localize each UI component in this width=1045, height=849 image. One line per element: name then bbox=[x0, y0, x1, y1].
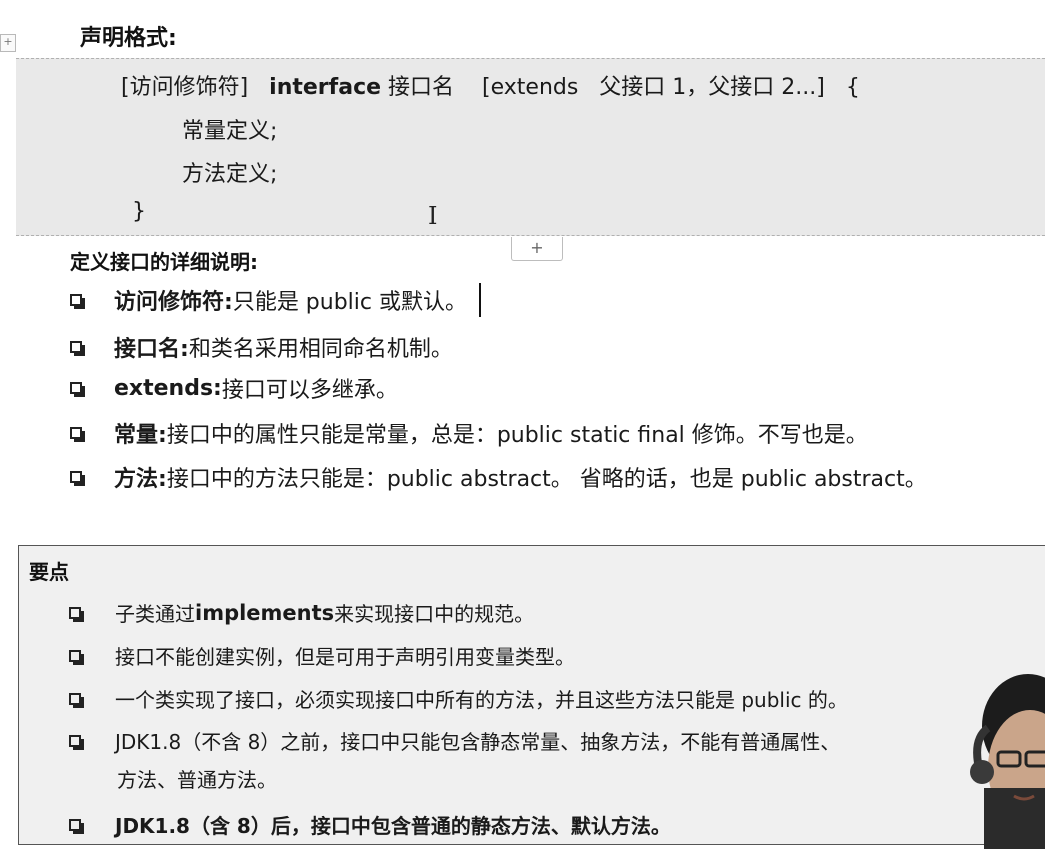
syntax-close-brace: } bbox=[132, 199, 146, 224]
detail-item: 接口名: 和类名采用相同命名机制。 bbox=[70, 331, 453, 363]
checkbox-bullet-icon bbox=[70, 427, 85, 442]
syntax-keyword: interface bbox=[269, 75, 382, 100]
detail-item: 方法: 接口中的方法只能是：public abstract。 省略的话，也是 p… bbox=[70, 461, 927, 493]
key-point-item: 子类通过 implements 来实现接口中的规范。 bbox=[69, 598, 534, 627]
syntax-code-box: [访问修饰符] interface 接口名 [extends 父接口 1，父接口… bbox=[16, 58, 1045, 236]
key-points-box: 要点 子类通过 implements 来实现接口中的规范。 接口不能创建实例，但… bbox=[18, 545, 1045, 845]
presenter-webcam-overlay bbox=[968, 668, 1045, 849]
syntax-line-1: [访问修饰符] interface 接口名 [extends 父接口 1，父接口… bbox=[121, 69, 860, 101]
key-point-item: 一个类实现了接口，必须实现接口中所有的方法，并且这些方法只能是 public 的… bbox=[69, 684, 848, 713]
table-move-handle[interactable]: + bbox=[0, 34, 16, 52]
key-point-text: 一个类实现了接口，必须实现接口中所有的方法，并且这些方法只能是 public 的… bbox=[115, 688, 848, 712]
syntax-open-brace: { bbox=[845, 75, 860, 100]
checkbox-bullet-icon bbox=[69, 692, 84, 708]
checkbox-bullet-icon bbox=[69, 606, 84, 622]
key-point-text: 来实现接口中的规范。 bbox=[334, 602, 535, 626]
checkbox-bullet-icon bbox=[70, 382, 85, 397]
detail-item: 常量: 接口中的属性只能是常量，总是：public static final 修… bbox=[70, 417, 868, 449]
detail-key: 常量: bbox=[114, 423, 167, 448]
key-point-item: JDK1.8（不含 8）之前，接口中只能包含静态常量、抽象方法，不能有普通属性、 bbox=[69, 726, 840, 755]
key-point-text: 接口不能创建实例，但是可用于声明引用变量类型。 bbox=[115, 645, 575, 669]
detail-key: extends: bbox=[114, 375, 222, 401]
detail-key: 方法: bbox=[114, 467, 167, 492]
text-caret bbox=[479, 283, 481, 317]
detail-text: 只能是 public 或默认。 bbox=[232, 290, 467, 315]
add-row-button[interactable]: + bbox=[511, 237, 563, 261]
checkbox-bullet-icon bbox=[70, 471, 85, 486]
key-point-text: JDK1.8（不含 8）之前，接口中只能包含静态常量、抽象方法，不能有普通属性、 bbox=[115, 730, 841, 754]
detail-key: 访问修饰符: bbox=[114, 290, 233, 315]
detail-key: 接口名: bbox=[114, 337, 189, 362]
details-heading: 定义接口的详细说明: bbox=[70, 250, 258, 274]
syntax-line-2: 常量定义; bbox=[182, 119, 278, 144]
syntax-modifier: [访问修饰符] bbox=[121, 75, 249, 100]
key-points-heading: 要点 bbox=[29, 560, 69, 584]
mouse-ibeam-cursor: I bbox=[428, 202, 438, 230]
key-point-item: 接口不能创建实例，但是可用于声明引用变量类型。 bbox=[69, 641, 575, 670]
detail-text: 接口中的属性只能是常量，总是：public static final 修饰。不写… bbox=[166, 423, 868, 448]
detail-text: 接口可以多继承。 bbox=[221, 378, 398, 403]
syntax-line-3: 方法定义; bbox=[182, 162, 278, 187]
syntax-extends: [extends 父接口 1，父接口 2...] bbox=[482, 75, 825, 100]
detail-item: 访问修饰符: 只能是 public 或默认。 bbox=[70, 283, 481, 317]
key-point-keyword: implements bbox=[195, 600, 335, 625]
syntax-name: 接口名 bbox=[388, 75, 455, 100]
checkbox-bullet-icon bbox=[70, 341, 85, 356]
key-point-text: JDK1.8（含 8）后，接口中包含普通的静态方法、默认方法。 bbox=[115, 814, 671, 838]
detail-item: extends: 接口可以多继承。 bbox=[70, 372, 398, 404]
detail-text: 和类名采用相同命名机制。 bbox=[188, 337, 453, 362]
declaration-heading: 声明格式: bbox=[80, 26, 177, 51]
checkbox-bullet-icon bbox=[70, 294, 85, 309]
checkbox-bullet-icon bbox=[69, 818, 84, 834]
detail-text: 接口中的方法只能是：public abstract。 省略的话，也是 publi… bbox=[166, 467, 927, 492]
key-point-continuation: 方法、普通方法。 bbox=[117, 768, 277, 792]
key-point-item: JDK1.8（含 8）后，接口中包含普通的静态方法、默认方法。 bbox=[69, 810, 671, 839]
checkbox-bullet-icon bbox=[69, 734, 84, 750]
presenter-portrait-image bbox=[970, 674, 1045, 849]
key-point-text: 子类通过 bbox=[115, 602, 195, 626]
checkbox-bullet-icon bbox=[69, 649, 84, 665]
